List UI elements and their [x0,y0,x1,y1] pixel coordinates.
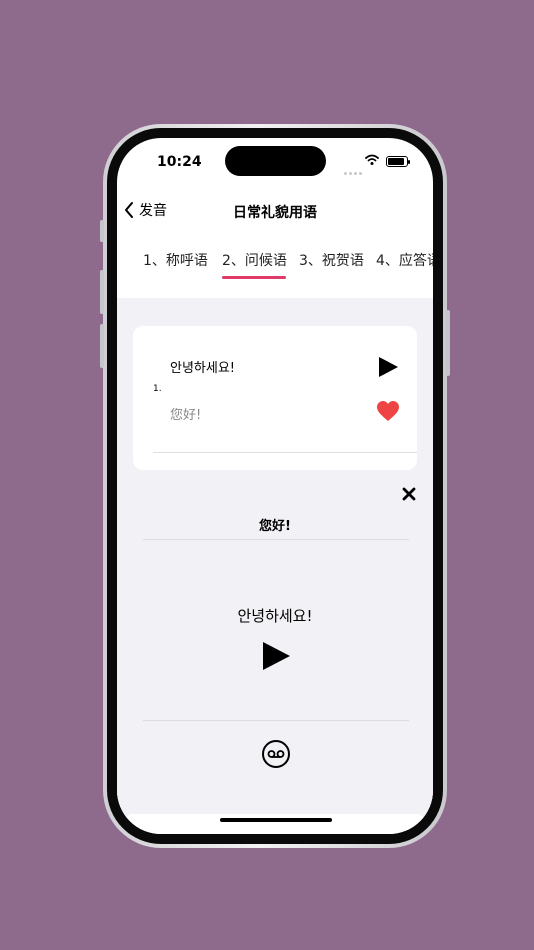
volume-down-button [100,324,104,368]
category-tabs: 1、称呼语 2、问候语 3、祝贺语 4、应答语 [117,250,433,290]
list-item-number: 1. [153,384,162,394]
list-item-korean: 안녕하세요! [170,361,236,376]
list-item[interactable]: 1. 안녕하세요! 您好! [133,326,417,470]
tab-selected-indicator [222,276,286,279]
tab-greetings[interactable]: 2、问候语 [222,250,287,270]
sheet-divider [143,539,409,540]
dynamic-island [225,146,326,176]
nav-bar: 发音 日常礼貌用语 [117,198,433,228]
tab-greeting-address[interactable]: 1、称呼语 [143,250,208,270]
close-icon[interactable] [401,486,417,502]
list-divider [153,452,417,453]
phone-frame: 10:24 发音 日常礼貌用语 1、称呼语 2、问候语 3、祝贺语 4、应答语 [100,124,450,848]
mute-switch [100,220,104,242]
sheet-title: 您好! [259,519,291,534]
power-button [446,310,450,376]
tab-responses[interactable]: 4、应答语 [376,250,433,270]
content-area: 1. 안녕하세요! 您好! 您好! 안녕하세요! [117,298,433,834]
tab-congratulations[interactable]: 3、祝贺语 [299,250,364,270]
play-icon[interactable] [260,641,292,671]
list-item [125,814,425,834]
play-icon[interactable] [377,356,399,378]
signal-icon [344,160,364,179]
heart-icon[interactable] [376,400,400,422]
list-item-chinese: 您好! [170,408,202,423]
voicemail-icon[interactable] [261,739,291,769]
wifi-icon [365,154,379,165]
sheet-divider [143,720,409,721]
status-time: 10:24 [157,154,202,170]
home-indicator [220,818,332,822]
detail-sheet: 您好! 안녕하세요! [117,478,433,824]
volume-up-button [100,270,104,314]
app-screen: 10:24 发音 日常礼貌用语 1、称呼语 2、问候语 3、祝贺语 4、应答语 [117,138,433,834]
battery-icon [386,156,410,167]
sheet-korean: 안녕하세요! [237,607,313,625]
page-title: 日常礼貌用语 [233,205,317,221]
